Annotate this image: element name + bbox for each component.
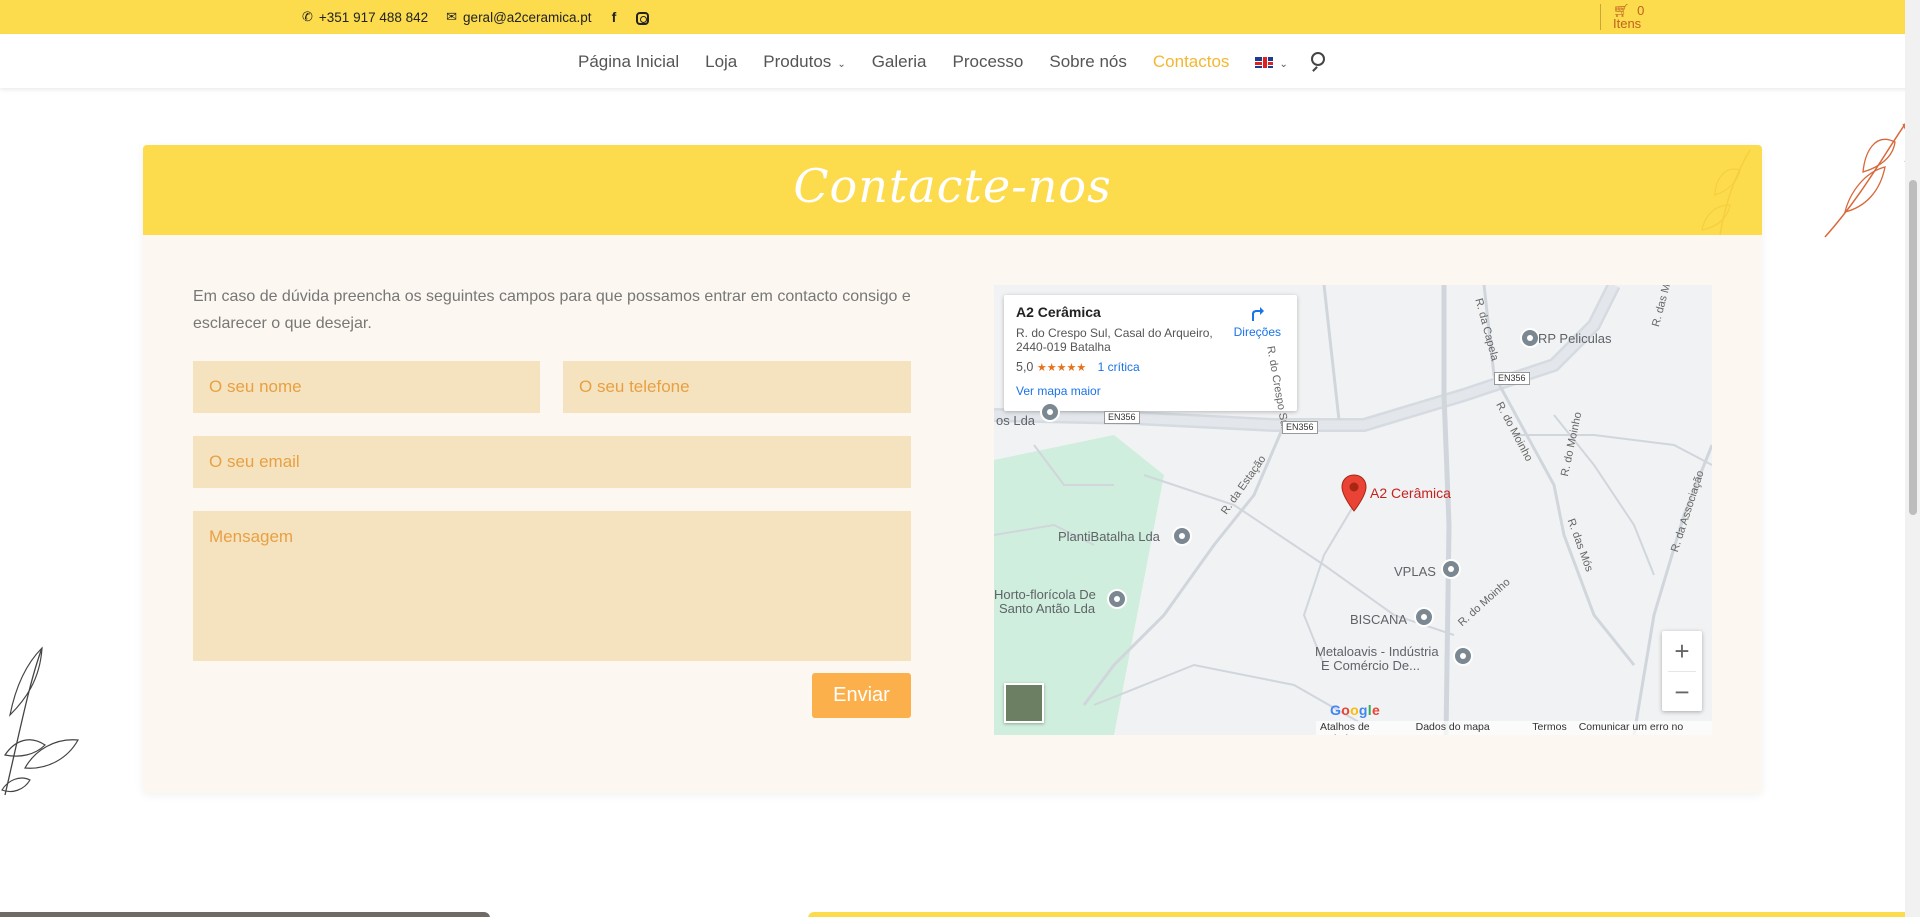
leaf-decoration-left <box>1 646 79 796</box>
poi-label: BISCANA <box>1350 612 1408 627</box>
rating-stars: ★★★★★ <box>1036 362 1087 374</box>
reviews-link[interactable]: 1 crítica <box>1098 360 1140 374</box>
google-logo: Google <box>1330 702 1381 718</box>
address-line-2: 2440-019 Batalha <box>1016 340 1111 354</box>
page-title: Contacte-nos <box>793 159 1112 213</box>
intro-text: Em caso de dúvida preencha os seguintes … <box>193 288 911 332</box>
bottom-yellow-strip <box>808 912 1920 917</box>
contact-card: Contacte-nos Em caso de dúvida preencha … <box>143 145 1762 793</box>
map-data-text: Dados do mapa ©2025 <box>1415 721 1490 735</box>
nav-item-about[interactable]: Sobre nós <box>1049 52 1127 72</box>
map-footer: Atalhos de teclado Dados do mapa ©2025 T… <box>1316 721 1712 735</box>
poi-label: Metaloavis - Indústria <box>1315 644 1439 659</box>
mail-icon: ✉ <box>446 9 458 24</box>
email-field[interactable] <box>193 436 911 488</box>
card-header: Contacte-nos <box>143 145 1762 235</box>
scrollbar-thumb[interactable] <box>1909 180 1917 515</box>
cart-link[interactable]: 🛒︎ 0 Itens <box>1600 4 1644 30</box>
satellite-toggle[interactable] <box>1004 683 1044 723</box>
chevron-down-icon: ⌄ <box>1279 59 1288 70</box>
map-embed[interactable]: A2 Cerâmica R. do Crespo Sul, Casal do A… <box>994 285 1712 735</box>
bottom-image-strip <box>0 912 490 917</box>
directions-icon <box>1252 307 1265 321</box>
phone-link[interactable]: +351 917 488 842 <box>319 10 428 25</box>
nav-item-gallery[interactable]: Galeria <box>872 52 927 72</box>
poi-marker[interactable] <box>1172 526 1192 546</box>
top-bar: ✆ +351 917 488 842 ✉ geral@a2ceramica.pt… <box>0 0 1920 34</box>
poi-marker[interactable] <box>1453 646 1473 666</box>
name-field[interactable] <box>193 361 540 413</box>
terms-link[interactable]: Termos <box>1532 721 1566 735</box>
phone-icon: ✆ <box>302 9 313 24</box>
nav-item-shop[interactable]: Loja <box>705 52 737 72</box>
poi-marker[interactable] <box>1107 589 1127 609</box>
nav-item-home[interactable]: Página Inicial <box>578 52 679 72</box>
place-address: R. do Crespo Sul, Casal do Arqueiro, 244… <box>1016 326 1216 354</box>
place-infobox: A2 Cerâmica R. do Crespo Sul, Casal do A… <box>1004 295 1297 411</box>
phone-field[interactable] <box>563 361 911 413</box>
cart-label: Itens <box>1613 16 1642 31</box>
instagram-icon[interactable] <box>636 11 650 25</box>
address-line-1: R. do Crespo Sul, Casal do Arqueiro, <box>1016 326 1213 340</box>
poi-label: E Comércio De... <box>1321 658 1420 673</box>
poi-marker[interactable] <box>1441 559 1461 579</box>
directions-label: Direções <box>1233 325 1281 339</box>
leaf-decoration-right <box>1824 116 1911 238</box>
leaf-watermark <box>1701 149 1751 235</box>
main-nav: Página Inicial Loja Produtos ⌄ Galeria Pr… <box>0 34 1920 88</box>
chevron-down-icon: ⌄ <box>837 59 846 70</box>
poi-label: Santo Antão Lda <box>999 601 1096 616</box>
road-tag: EN356 <box>1104 411 1140 424</box>
nav-item-products-label: Produtos <box>763 52 832 71</box>
rating-row: 5,0 ★★★★★ 1 crítica <box>1016 360 1285 374</box>
poi-label: os Lda <box>996 413 1036 428</box>
directions-button[interactable]: Direções <box>1234 305 1281 339</box>
search-icon[interactable] <box>1311 52 1325 66</box>
poi-label: VPLAS <box>1394 564 1436 579</box>
nav-item-products[interactable]: Produtos ⌄ <box>763 52 845 72</box>
poi-marker[interactable] <box>1414 607 1434 627</box>
email-link[interactable]: geral@a2ceramica.pt <box>463 10 592 25</box>
pin-label: A2 Cerâmica <box>1370 485 1451 501</box>
rating-value: 5,0 <box>1016 360 1034 374</box>
keyboard-shortcuts-link[interactable]: Atalhos de teclado <box>1320 721 1404 735</box>
poi-label: Horto-florícola De <box>994 587 1096 602</box>
location-pin-icon[interactable] <box>1341 474 1367 512</box>
message-field[interactable] <box>193 511 911 661</box>
zoom-controls: + − <box>1662 631 1702 711</box>
nav-item-process[interactable]: Processo <box>953 52 1024 72</box>
poi-marker[interactable] <box>1520 328 1540 348</box>
larger-map-link[interactable]: Ver mapa maior <box>1016 384 1101 398</box>
zoom-out-button[interactable]: − <box>1662 672 1702 712</box>
poi-label: PlantiBatalha Lda <box>1058 529 1160 544</box>
submit-button[interactable]: Enviar <box>812 673 911 718</box>
report-error-link[interactable]: Comunicar um erro no mapa <box>1579 721 1708 735</box>
zoom-in-button[interactable]: + <box>1662 631 1702 671</box>
facebook-icon[interactable]: f <box>612 9 617 25</box>
uk-flag-icon <box>1255 57 1274 68</box>
road-tag: EN356 <box>1282 421 1318 434</box>
nav-item-contacts[interactable]: Contactos <box>1153 52 1230 72</box>
contact-info: ✆ +351 917 488 842 ✉ geral@a2ceramica.pt… <box>302 9 650 25</box>
poi-label: RP Peliculas <box>1538 331 1612 346</box>
road-tag: EN356 <box>1494 372 1530 385</box>
language-switcher[interactable]: ⌄ <box>1255 52 1288 72</box>
poi-marker[interactable] <box>1040 402 1060 422</box>
